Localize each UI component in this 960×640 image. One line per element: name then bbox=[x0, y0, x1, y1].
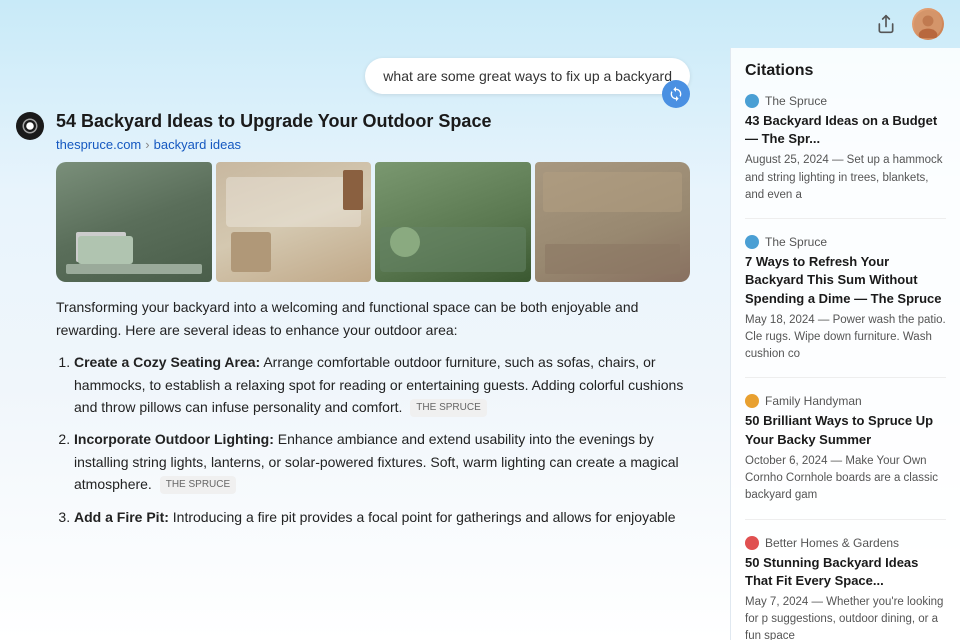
source-name-2: The Spruce bbox=[765, 235, 827, 249]
source-separator: › bbox=[145, 137, 149, 152]
share-button[interactable] bbox=[870, 8, 902, 40]
article-source-path[interactable]: backyard ideas bbox=[154, 137, 241, 152]
article-title: 54 Backyard Ideas to Upgrade Your Outdoo… bbox=[56, 110, 491, 133]
citation-source-row-2: The Spruce bbox=[745, 235, 946, 249]
list-item-2-source[interactable]: THE SPRUCE bbox=[160, 476, 236, 494]
article-source-site[interactable]: thespruce.com bbox=[56, 137, 141, 152]
source-dot-2 bbox=[745, 235, 759, 249]
response-content: 54 Backyard Ideas to Upgrade Your Outdoo… bbox=[56, 110, 690, 538]
refresh-button[interactable] bbox=[662, 80, 690, 108]
article-image-1 bbox=[56, 162, 212, 282]
citation-date-4: May 7, 2024 — Whether you're looking for… bbox=[745, 594, 946, 640]
avatar[interactable] bbox=[912, 8, 944, 40]
user-message-text: what are some great ways to fix up a bac… bbox=[383, 68, 672, 84]
article-image-3 bbox=[375, 162, 531, 282]
citation-source-row-3: Family Handyman bbox=[745, 394, 946, 408]
ai-icon bbox=[16, 112, 44, 140]
citation-item-3: Family Handyman 50 Brilliant Ways to Spr… bbox=[745, 394, 946, 519]
source-name-1: The Spruce bbox=[765, 94, 827, 108]
citation-title-1[interactable]: 43 Backyard Ideas on a Budget — The Spr.… bbox=[745, 112, 946, 148]
article-image-2 bbox=[216, 162, 372, 282]
citations-list: The Spruce 43 Backyard Ideas on a Budget… bbox=[745, 94, 946, 640]
user-message: what are some great ways to fix up a bac… bbox=[365, 58, 690, 94]
list-item-2-bold: Incorporate Outdoor Lighting: bbox=[74, 431, 274, 447]
citation-source-row-4: Better Homes & Gardens bbox=[745, 536, 946, 550]
response-intro-text: Transforming your backyard into a welcom… bbox=[56, 296, 690, 341]
citation-date-1: August 25, 2024 — Set up a hammock and s… bbox=[745, 152, 946, 204]
source-dot-3 bbox=[745, 394, 759, 408]
article-source: thespruce.com › backyard ideas bbox=[56, 137, 690, 152]
citation-date-2: May 18, 2024 — Power wash the patio. Cle… bbox=[745, 312, 946, 364]
citation-source-row-1: The Spruce bbox=[745, 94, 946, 108]
source-name-3: Family Handyman bbox=[765, 394, 862, 408]
article-image-4 bbox=[535, 162, 691, 282]
article-card: 54 Backyard Ideas to Upgrade Your Outdoo… bbox=[56, 110, 690, 282]
source-dot-4 bbox=[745, 536, 759, 550]
main-area: what are some great ways to fix up a bac… bbox=[0, 48, 960, 640]
user-message-container: what are some great ways to fix up a bac… bbox=[0, 48, 730, 110]
list-item-1-bold: Create a Cozy Seating Area: bbox=[74, 354, 260, 370]
chat-area: what are some great ways to fix up a bac… bbox=[0, 48, 730, 640]
ai-response: 54 Backyard Ideas to Upgrade Your Outdoo… bbox=[0, 110, 730, 538]
list-item-1: Create a Cozy Seating Area: Arrange comf… bbox=[74, 351, 690, 418]
citation-item-1: The Spruce 43 Backyard Ideas on a Budget… bbox=[745, 94, 946, 219]
list-item-3-text: Introducing a fire pit provides a focal … bbox=[173, 509, 676, 525]
citations-sidebar: Citations The Spruce 43 Backyard Ideas o… bbox=[730, 48, 960, 640]
list-item-3: Add a Fire Pit: Introducing a fire pit p… bbox=[74, 506, 690, 528]
citation-title-3[interactable]: 50 Brilliant Ways to Spruce Up Your Back… bbox=[745, 412, 946, 448]
response-list: Create a Cozy Seating Area: Arrange comf… bbox=[56, 351, 690, 528]
citation-title-4[interactable]: 50 Stunning Backyard Ideas That Fit Ever… bbox=[745, 554, 946, 590]
image-grid bbox=[56, 162, 690, 282]
citation-title-2[interactable]: 7 Ways to Refresh Your Backyard This Sum… bbox=[745, 253, 946, 308]
citation-item-4: Better Homes & Gardens 50 Stunning Backy… bbox=[745, 536, 946, 640]
citation-item-2: The Spruce 7 Ways to Refresh Your Backya… bbox=[745, 235, 946, 378]
top-bar bbox=[0, 0, 960, 48]
source-name-4: Better Homes & Gardens bbox=[765, 536, 899, 550]
list-item-3-bold: Add a Fire Pit: bbox=[74, 509, 169, 525]
source-dot-1 bbox=[745, 94, 759, 108]
list-item-2: Incorporate Outdoor Lighting: Enhance am… bbox=[74, 428, 690, 495]
list-item-1-source[interactable]: THE SPRUCE bbox=[410, 399, 486, 417]
citation-date-3: October 6, 2024 — Make Your Own Cornho C… bbox=[745, 453, 946, 505]
citations-title: Citations bbox=[745, 62, 946, 80]
